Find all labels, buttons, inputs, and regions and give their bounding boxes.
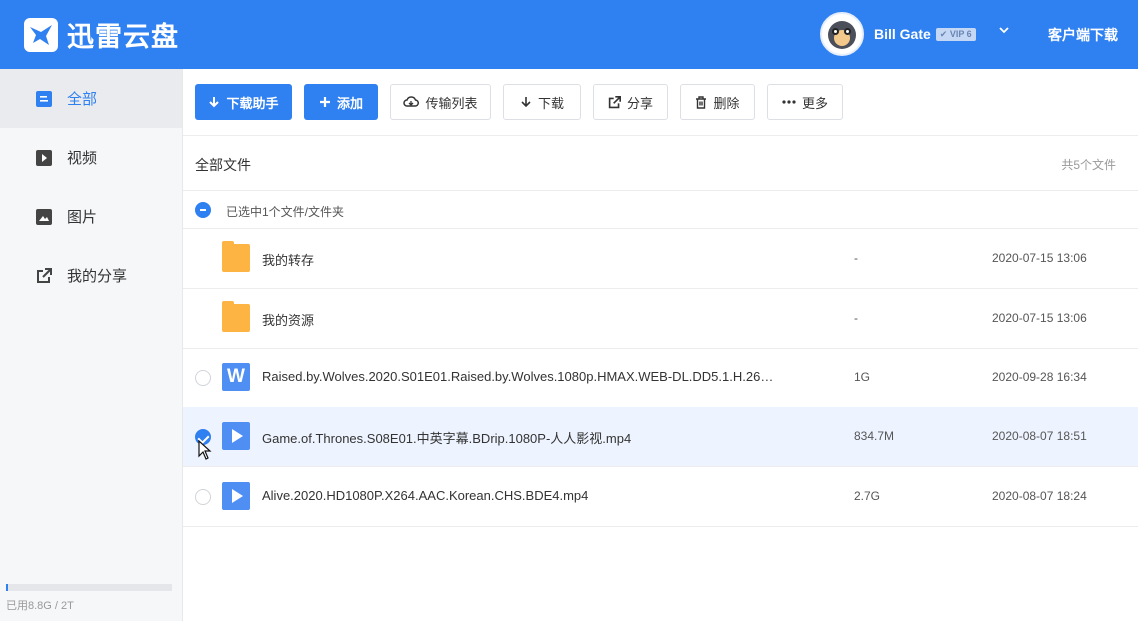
trash-icon [696, 95, 707, 109]
table-row[interactable]: Game.of.Thrones.S08E01.中英字幕.BDrip.1080P-… [183, 407, 1138, 467]
selection-bar: 已选中1个文件/文件夹 [183, 191, 1138, 229]
sidebar-item-label: 全部 [67, 91, 98, 108]
selection-text: 已选中1个文件/文件夹 [226, 205, 345, 219]
plus-icon [319, 97, 330, 107]
file-count: 共5个文件 [1061, 158, 1116, 172]
select-all-toggle[interactable] [195, 202, 211, 218]
file-size: - [854, 311, 858, 325]
folder-icon [222, 301, 250, 332]
row-checkbox[interactable] [195, 370, 211, 386]
file-date: 2020-08-07 18:24 [992, 489, 1087, 503]
toolbar: 下载助手 添加 传输列表 下载 分享 删除 更多 [183, 69, 1138, 136]
row-checkbox[interactable] [195, 489, 211, 505]
download-helper-button[interactable]: 下载助手 [195, 84, 292, 120]
more-button[interactable]: 更多 [767, 84, 843, 120]
download-label: 下载 [537, 95, 564, 111]
cloud-transfer-icon [403, 96, 420, 107]
vip-badge: ✔ VIP 6 [935, 27, 976, 41]
share-out-icon [37, 267, 52, 283]
video-icon [36, 149, 52, 166]
app-title: 迅雷云盘 [67, 22, 179, 53]
arrow-down-icon [521, 97, 531, 108]
storage-bar [6, 584, 172, 591]
arrow-down-icon [209, 97, 220, 108]
file-size: - [854, 251, 858, 265]
avatar[interactable] [820, 12, 864, 56]
sidebar-item-video[interactable]: 视频 [0, 128, 182, 187]
share-out-icon [608, 95, 621, 108]
video-file-icon [222, 482, 250, 510]
file-size: 1G [854, 370, 871, 384]
sidebar: 全部 视频 图片 我的分享 已用8.8G / 2T [0, 69, 183, 621]
transfer-list-button[interactable]: 传输列表 [390, 84, 491, 120]
breadcrumb[interactable]: 全部文件 [195, 155, 251, 175]
storage-text: 已用8.8G / 2T [6, 600, 74, 612]
user-menu[interactable]: Bill Gate ✔ VIP 6 [820, 12, 976, 56]
transfer-list-label: 传输列表 [425, 95, 478, 111]
file-list-header: 全部文件 共5个文件 [183, 136, 1138, 191]
bird-logo-icon [24, 17, 58, 52]
video-file-icon [222, 422, 250, 450]
download-client-link[interactable]: 客户端下载 [1048, 25, 1118, 45]
download-button[interactable]: 下载 [503, 84, 581, 120]
file-date: 2020-09-28 16:34 [992, 370, 1087, 384]
download-helper-label: 下载助手 [226, 95, 279, 111]
table-row[interactable]: W Raised.by.Wolves.2020.S01E01.Raised.by… [183, 348, 1138, 408]
app-header: 迅雷云盘 Bill Gate ✔ VIP 6 客户端下载 [0, 0, 1138, 69]
file-date: 2020-07-15 13:06 [992, 251, 1087, 265]
storage-bar-fill [6, 584, 8, 591]
file-name[interactable]: 我的资源 [262, 310, 314, 329]
delete-label: 删除 [713, 95, 740, 111]
folder-icon [222, 241, 250, 272]
table-row[interactable]: 我的资源 - 2020-07-15 13:06 [183, 289, 1138, 349]
add-button[interactable]: 添加 [304, 84, 378, 120]
word-file-icon: W [222, 363, 250, 391]
share-label: 分享 [626, 95, 653, 111]
file-date: 2020-08-07 18:51 [992, 429, 1087, 443]
app-logo[interactable]: 迅雷云盘 [24, 15, 179, 54]
image-icon [36, 208, 52, 225]
delete-button[interactable]: 删除 [680, 84, 755, 120]
file-name[interactable]: Raised.by.Wolves.2020.S01E01.Raised.by.W… [262, 369, 773, 384]
sidebar-item-all[interactable]: 全部 [0, 69, 182, 128]
more-label: 更多 [801, 95, 828, 111]
share-button[interactable]: 分享 [593, 84, 668, 120]
storage-usage: 已用8.8G / 2T [6, 584, 172, 613]
add-label: 添加 [336, 95, 363, 111]
file-name[interactable]: Alive.2020.HD1080P.X264.AAC.Korean.CHS.B… [262, 488, 588, 503]
file-name[interactable]: Game.of.Thrones.S08E01.中英字幕.BDrip.1080P-… [262, 428, 631, 447]
sidebar-item-label: 图片 [67, 209, 98, 226]
file-size: 834.7M [854, 429, 895, 443]
file-name[interactable]: 我的转存 [262, 250, 314, 269]
sidebar-item-image[interactable]: 图片 [0, 187, 182, 246]
table-row[interactable]: 我的转存 - 2020-07-15 13:06 [183, 229, 1138, 289]
chevron-down-icon[interactable] [998, 24, 1010, 36]
list-icon [36, 90, 52, 107]
sidebar-item-my-share[interactable]: 我的分享 [0, 246, 182, 305]
mouse-cursor-icon [198, 440, 212, 460]
file-date: 2020-07-15 13:06 [992, 311, 1087, 325]
user-name: Bill Gate [874, 26, 931, 42]
sidebar-item-label: 视频 [67, 150, 98, 167]
sidebar-item-label: 我的分享 [67, 268, 128, 285]
table-row[interactable]: Alive.2020.HD1080P.X264.AAC.Korean.CHS.B… [183, 467, 1138, 527]
file-size: 2.7G [854, 489, 881, 503]
more-dots-icon [782, 100, 796, 104]
